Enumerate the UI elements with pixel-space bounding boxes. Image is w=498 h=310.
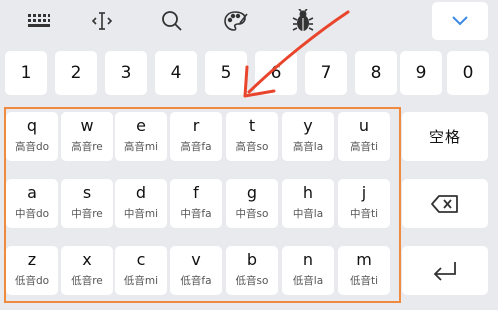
letter-key[interactable]: f 中音fa (170, 179, 222, 228)
enter-key[interactable] (402, 246, 488, 295)
letter-key[interactable]: y 高音la (282, 112, 334, 161)
key-letter: w (80, 116, 94, 135)
letter-key[interactable]: n 低音la (282, 246, 334, 295)
key-letter: f (193, 183, 199, 202)
key-note-label: 低音la (292, 275, 324, 287)
number-key[interactable]: 1 (5, 51, 47, 95)
key-letter: t (248, 116, 256, 135)
letter-key[interactable]: z 低音do (6, 246, 58, 295)
key-note-label: 中音do (14, 208, 50, 220)
number-key[interactable]: 4 (155, 51, 197, 95)
key-letter: r (192, 116, 200, 135)
cursor-icon[interactable] (85, 6, 119, 36)
number-key[interactable]: 2 (55, 51, 97, 95)
key-note-label: 中音mi (123, 208, 159, 220)
letter-key[interactable]: d 中音mi (115, 179, 167, 228)
key-letter: b (246, 250, 258, 269)
letter-key[interactable]: q 高音do (6, 112, 58, 161)
key-letter: v (191, 250, 201, 269)
key-letter: h (302, 183, 314, 202)
key-letter: q (26, 116, 38, 135)
key-letter: n (302, 250, 314, 269)
palette-icon[interactable] (219, 6, 253, 36)
letter-key[interactable]: w 高音re (61, 112, 113, 161)
key-note-label: 高音ti (349, 141, 379, 153)
letter-key[interactable]: v 低音fa (170, 246, 222, 295)
key-letter: j (361, 183, 367, 202)
key-letter: d (135, 183, 147, 202)
letter-key[interactable]: e 高音mi (115, 112, 167, 161)
letter-key[interactable]: x 低音re (61, 246, 113, 295)
enter-icon (433, 261, 456, 281)
key-note-label: 高音do (14, 141, 50, 153)
key-letter: y (303, 116, 313, 135)
space-key[interactable]: 空格 (402, 112, 488, 161)
letter-key[interactable]: r 高音fa (170, 112, 222, 161)
number-key[interactable]: 9 (400, 51, 442, 95)
number-key[interactable]: 5 (205, 51, 247, 95)
key-letter: a (27, 183, 37, 202)
collapse-keyboard-button[interactable] (432, 2, 488, 40)
key-note-label: 低音do (14, 275, 50, 287)
letter-key[interactable]: m 低音ti (338, 246, 390, 295)
search-icon[interactable] (155, 6, 189, 36)
letter-key[interactable]: a 中音do (6, 179, 58, 228)
key-note-label: 中音fa (180, 208, 212, 220)
letter-key[interactable]: b 低音so (226, 246, 278, 295)
key-note-label: 中音re (71, 208, 103, 220)
key-letter: z (27, 250, 37, 269)
letter-key[interactable]: u 高音ti (338, 112, 390, 161)
backspace-icon (431, 194, 458, 213)
letter-key[interactable]: j 中音ti (338, 179, 390, 228)
letter-key[interactable]: t 高音so (226, 112, 278, 161)
key-note-label: 低音ti (349, 275, 379, 287)
bug-icon[interactable] (286, 6, 320, 36)
key-letter: e (136, 116, 146, 135)
letter-key[interactable]: h 中音la (282, 179, 334, 228)
letter-key[interactable]: g 中音so (226, 179, 278, 228)
key-letter: s (82, 183, 92, 202)
key-note-label: 低音fa (180, 275, 212, 287)
key-note-label: 高音la (292, 141, 324, 153)
letter-key[interactable]: c 低音mi (115, 246, 167, 295)
key-letter: g (246, 183, 258, 202)
number-key[interactable]: 6 (255, 51, 297, 95)
backspace-key[interactable] (402, 179, 488, 228)
key-note-label: 低音mi (123, 275, 159, 287)
number-key[interactable]: 0 (447, 51, 489, 95)
number-key[interactable]: 3 (105, 51, 147, 95)
space-key-label: 空格 (428, 128, 461, 146)
keyboard-icon[interactable] (22, 6, 56, 36)
key-letter: x (82, 250, 92, 269)
letter-key[interactable]: s 中音re (61, 179, 113, 228)
number-key[interactable]: 8 (355, 51, 397, 95)
key-note-label: 中音so (235, 208, 269, 220)
number-key[interactable]: 7 (305, 51, 347, 95)
key-note-label: 低音so (235, 275, 269, 287)
key-letter: m (356, 250, 372, 269)
key-note-label: 高音mi (123, 141, 159, 153)
key-note-label: 高音re (71, 141, 103, 153)
key-letter: c (136, 250, 146, 269)
key-note-label: 低音re (71, 275, 103, 287)
key-note-label: 中音la (292, 208, 324, 220)
key-note-label: 高音so (235, 141, 269, 153)
chevron-down-icon (452, 16, 468, 26)
key-note-label: 中音ti (349, 208, 379, 220)
key-note-label: 高音fa (180, 141, 212, 153)
key-letter: u (358, 116, 370, 135)
keyboard-toolbar (0, 0, 498, 44)
